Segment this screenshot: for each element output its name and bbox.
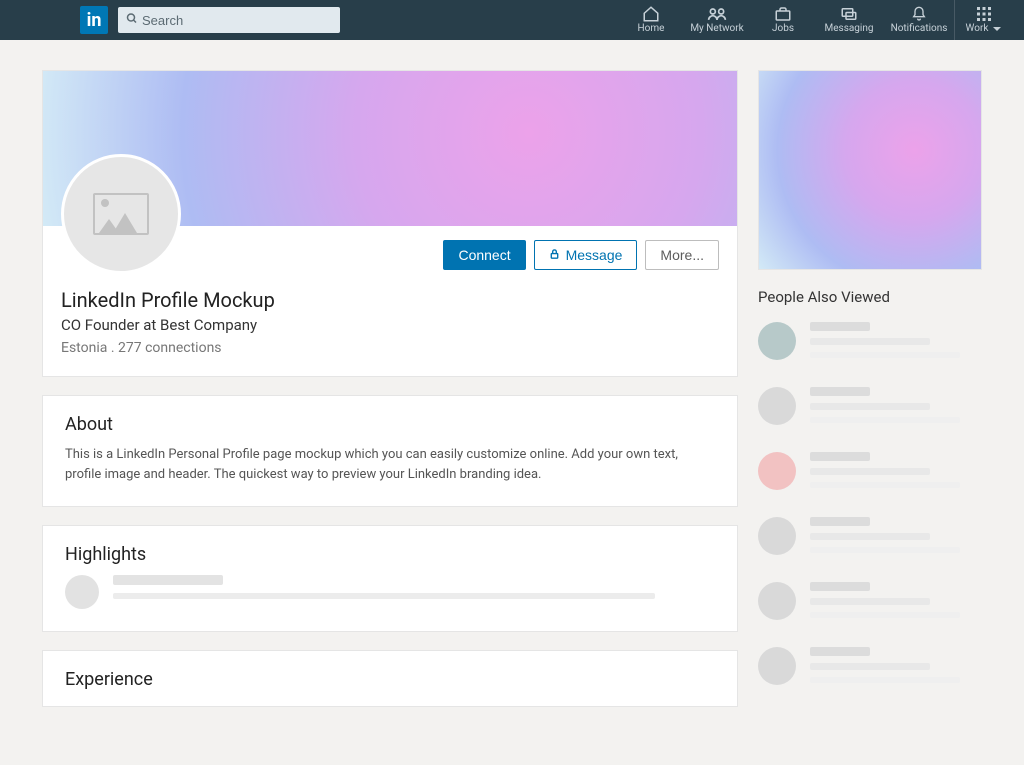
grid-icon <box>977 6 991 22</box>
skeleton-bar <box>810 663 930 670</box>
skeleton-bar <box>113 593 655 599</box>
skeleton-bar <box>810 482 960 488</box>
skeleton-bar <box>810 352 960 358</box>
connect-button[interactable]: Connect <box>443 240 525 270</box>
skeleton-bar <box>810 612 960 618</box>
highlight-avatar-placeholder <box>65 575 99 609</box>
profile-name: LinkedIn Profile Mockup <box>61 288 719 312</box>
avatar-placeholder <box>758 647 796 685</box>
avatar-placeholder <box>758 582 796 620</box>
profile-headline: CO Founder at Best Company <box>61 316 719 334</box>
skeleton-bar <box>810 338 930 345</box>
lock-icon <box>549 248 560 263</box>
people-also-viewed-item[interactable] <box>758 452 982 495</box>
skeleton-bar <box>810 387 870 396</box>
search-icon <box>126 13 138 28</box>
nav-network[interactable]: My Network <box>682 0 752 40</box>
experience-section: Experience <box>42 650 738 707</box>
avatar-placeholder <box>758 322 796 360</box>
highlight-item <box>65 575 715 609</box>
bell-icon <box>911 6 927 22</box>
profile-card: Connect Message More... LinkedIn Profile… <box>42 70 738 377</box>
more-button[interactable]: More... <box>645 240 719 270</box>
skeleton-bar <box>810 517 870 526</box>
sidebar: People Also Viewed <box>758 70 982 725</box>
linkedin-logo[interactable]: in <box>80 6 108 34</box>
top-navbar: in Home My Network Jobs <box>0 0 1024 40</box>
people-also-viewed-item[interactable] <box>758 517 982 560</box>
search-input[interactable] <box>118 7 340 33</box>
nav-label: My Network <box>690 24 743 34</box>
nav-label: Notifications <box>891 24 948 34</box>
avatar[interactable] <box>61 154 181 274</box>
network-icon <box>707 6 727 22</box>
avatar-placeholder <box>758 452 796 490</box>
nav-jobs[interactable]: Jobs <box>752 0 814 40</box>
people-also-viewed-item[interactable] <box>758 322 982 365</box>
nav-messaging[interactable]: Messaging <box>814 0 884 40</box>
section-title: About <box>65 414 715 435</box>
nav-work-text: Work <box>966 24 989 34</box>
main-column: Connect Message More... LinkedIn Profile… <box>42 70 738 725</box>
sidebar-cover <box>758 70 982 270</box>
avatar-placeholder <box>758 387 796 425</box>
people-also-viewed-title: People Also Viewed <box>758 288 982 306</box>
search-wrap <box>118 7 340 33</box>
skeleton-bar <box>810 322 870 331</box>
people-also-viewed-item[interactable] <box>758 582 982 625</box>
message-button-label: Message <box>566 247 623 263</box>
nav-home[interactable]: Home <box>620 0 682 40</box>
profile-location: Estonia . 277 connections <box>61 340 719 356</box>
nav-label: Work <box>966 24 1002 34</box>
nav-notifications[interactable]: Notifications <box>884 0 954 40</box>
people-also-viewed-item[interactable] <box>758 387 982 430</box>
skeleton-bar <box>810 533 930 540</box>
skeleton-bar <box>810 417 960 423</box>
image-placeholder-icon <box>93 193 149 235</box>
section-title: Experience <box>65 669 715 690</box>
skeleton-bar <box>810 582 870 591</box>
nav-label: Messaging <box>825 24 874 34</box>
section-title: Highlights <box>65 544 715 565</box>
highlights-section: Highlights <box>42 525 738 632</box>
nav-label: Jobs <box>772 24 794 34</box>
skeleton-bar <box>810 647 870 656</box>
nav-work[interactable]: Work <box>954 0 1012 40</box>
nav-items: Home My Network Jobs Messaging Notificat <box>620 0 1012 40</box>
skeleton-bar <box>810 468 930 475</box>
nav-label: Home <box>638 24 665 34</box>
chevron-down-icon <box>993 27 1001 31</box>
skeleton-bar <box>810 452 870 461</box>
message-button[interactable]: Message <box>534 240 638 270</box>
avatar-placeholder <box>758 517 796 555</box>
about-section: About This is a LinkedIn Personal Profil… <box>42 395 738 507</box>
home-icon <box>642 6 660 22</box>
skeleton-bar <box>810 677 960 683</box>
jobs-icon <box>774 6 792 22</box>
people-also-viewed-item[interactable] <box>758 647 982 690</box>
profile-actions: Connect Message More... <box>443 240 719 270</box>
skeleton-bar <box>113 575 223 585</box>
skeleton-bar <box>810 403 930 410</box>
skeleton-bar <box>810 598 930 605</box>
about-body: This is a LinkedIn Personal Profile page… <box>65 445 715 484</box>
messaging-icon <box>840 6 858 22</box>
skeleton-bar <box>810 547 960 553</box>
